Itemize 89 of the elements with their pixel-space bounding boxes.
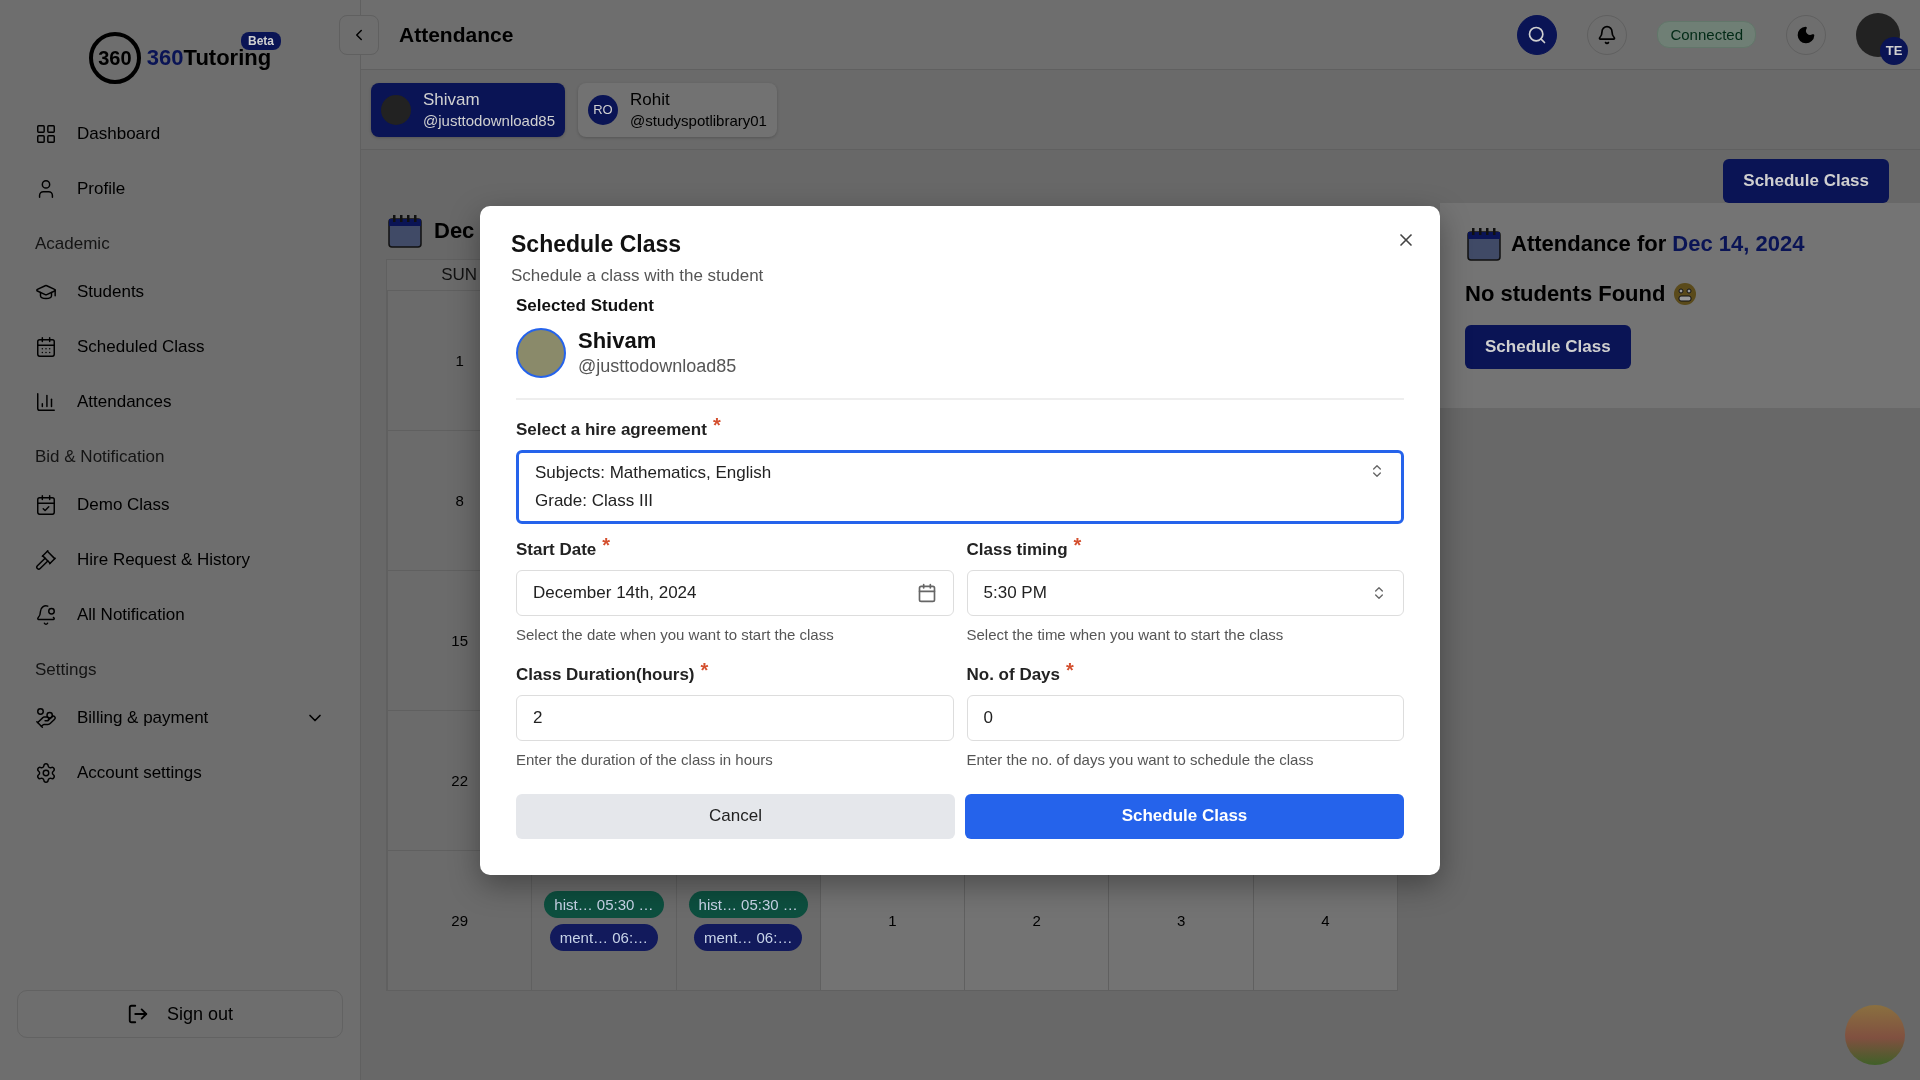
field-label: Select a hire agreement <box>516 419 707 440</box>
nav-item[interactable]: Demo Class <box>17 477 343 532</box>
logout-icon <box>126 1003 149 1025</box>
calendar-icon <box>386 212 424 250</box>
day-number: 15 <box>451 632 468 649</box>
field-label: Class timing <box>966 539 1068 560</box>
nav-item[interactable]: Attendances <box>17 374 343 429</box>
student-handle: @justtodownload85 <box>578 356 737 377</box>
avatar-initials: TE <box>1880 36 1908 65</box>
date-field[interactable]: December 14th, 2024 <box>516 569 954 616</box>
section-heading: Selected Student <box>516 295 655 316</box>
submit-button[interactable]: Schedule Class <box>965 793 1404 839</box>
search-icon <box>1527 24 1548 45</box>
bell-icon <box>35 603 57 626</box>
student-tab[interactable]: Shivam @justtodownload85 <box>371 82 565 137</box>
calendar-icon <box>35 493 57 516</box>
logo-emblem: 360 <box>88 32 141 84</box>
required-mark: * <box>602 533 611 558</box>
student-name: Shivam <box>578 328 658 354</box>
dialog-subtitle: Schedule a class with the student <box>511 265 765 286</box>
student-handle: @justtodownload85 <box>423 112 555 129</box>
grid-icon <box>35 122 57 145</box>
calendar-icon <box>1465 225 1503 263</box>
day-number: 2 <box>1032 912 1041 929</box>
nav-item[interactable]: Profile <box>17 161 343 216</box>
student-avatar: RO <box>588 94 618 125</box>
calendar-month: Dec <box>434 218 475 244</box>
theme-toggle-button[interactable] <box>1786 14 1826 55</box>
student-avatar <box>381 94 411 125</box>
sign-out-button[interactable]: Sign out <box>17 990 343 1038</box>
bell-icon <box>1597 24 1618 45</box>
event-chip[interactable]: hist… 05:30 … <box>688 890 808 918</box>
schedule-class-button[interactable]: Schedule Class <box>1465 325 1631 369</box>
event-chip[interactable]: ment… 06:… <box>549 923 659 951</box>
section-heading: Academic <box>34 233 111 255</box>
hand-coins-icon <box>35 706 57 729</box>
day-number: 1 <box>455 352 464 369</box>
time-select[interactable]: 5:30 PM <box>966 569 1404 616</box>
required-mark: * <box>712 413 721 438</box>
student-handle: @studyspotlibrary01 <box>630 112 767 129</box>
calendar-icon <box>35 335 57 358</box>
schedule-class-button[interactable]: Schedule Class <box>1723 159 1889 203</box>
nav-item[interactable]: Scheduled Class <box>17 319 343 374</box>
student-tab[interactable]: RO Rohit @studyspotlibrary01 <box>578 82 777 137</box>
day-number: 29 <box>451 912 468 929</box>
nav-item[interactable]: Hire Request & History <box>17 532 343 587</box>
nav-item[interactable]: Students <box>17 264 343 319</box>
beta-badge: Beta <box>241 32 281 50</box>
day-number: 22 <box>451 772 468 789</box>
field-label: Class Duration(hours) <box>516 664 695 685</box>
field-label: No. of Days <box>966 664 1061 685</box>
connection-status: Connected <box>1657 21 1756 48</box>
student-name: Shivam <box>423 90 481 110</box>
help-text: Select the time when you want to start the class <box>966 625 1285 643</box>
empty-message: No students Found <box>1465 281 1666 307</box>
required-mark: * <box>1066 658 1074 683</box>
section-heading: Bid & Notification <box>34 446 166 468</box>
student-name: Rohit <box>630 90 671 110</box>
calendar-icon <box>916 582 937 603</box>
input-field[interactable]: 0 <box>966 694 1404 741</box>
event-chip[interactable]: ment… 06:… <box>694 923 803 951</box>
gavel-icon <box>35 548 57 571</box>
field-label: Start Date <box>516 539 597 560</box>
dialog-title: Schedule Class <box>511 230 683 258</box>
settings-icon <box>35 761 57 784</box>
input-field[interactable]: 2 <box>516 694 954 741</box>
attendance-title: Attendance for Dec 14, 2024 <box>1511 231 1805 257</box>
section-heading: Settings <box>34 659 98 681</box>
agreement-select[interactable]: Subjects: Mathematics, English Grade: Class III <box>516 449 1404 524</box>
required-mark: * <box>700 658 709 683</box>
help-text: Enter the no. of days you want to schedule the class <box>966 750 1315 768</box>
moon-icon <box>1796 24 1816 45</box>
grimace-face-icon <box>1673 282 1698 306</box>
nav-item[interactable]: All Notification <box>17 587 343 642</box>
day-number: 4 <box>1321 912 1330 929</box>
day-number: 8 <box>455 492 464 509</box>
help-text: Select the date when you want to start the class <box>516 625 835 643</box>
cancel-button[interactable]: Cancel <box>516 793 955 839</box>
nav-item[interactable]: Account settings <box>17 745 343 800</box>
nav-item[interactable]: Billing & payment <box>17 690 343 745</box>
page-title: Attendance <box>399 22 515 47</box>
day-number: 1 <box>888 912 897 929</box>
bar-chart-icon <box>35 390 57 413</box>
student-avatar <box>516 327 566 378</box>
day-number: 3 <box>1176 912 1186 929</box>
required-mark: * <box>1073 533 1082 558</box>
help-text: Enter the duration of the class in hours <box>516 750 774 768</box>
nav-item[interactable]: Dashboard <box>17 106 343 161</box>
event-chip[interactable]: hist… 05:30 … <box>544 890 664 918</box>
